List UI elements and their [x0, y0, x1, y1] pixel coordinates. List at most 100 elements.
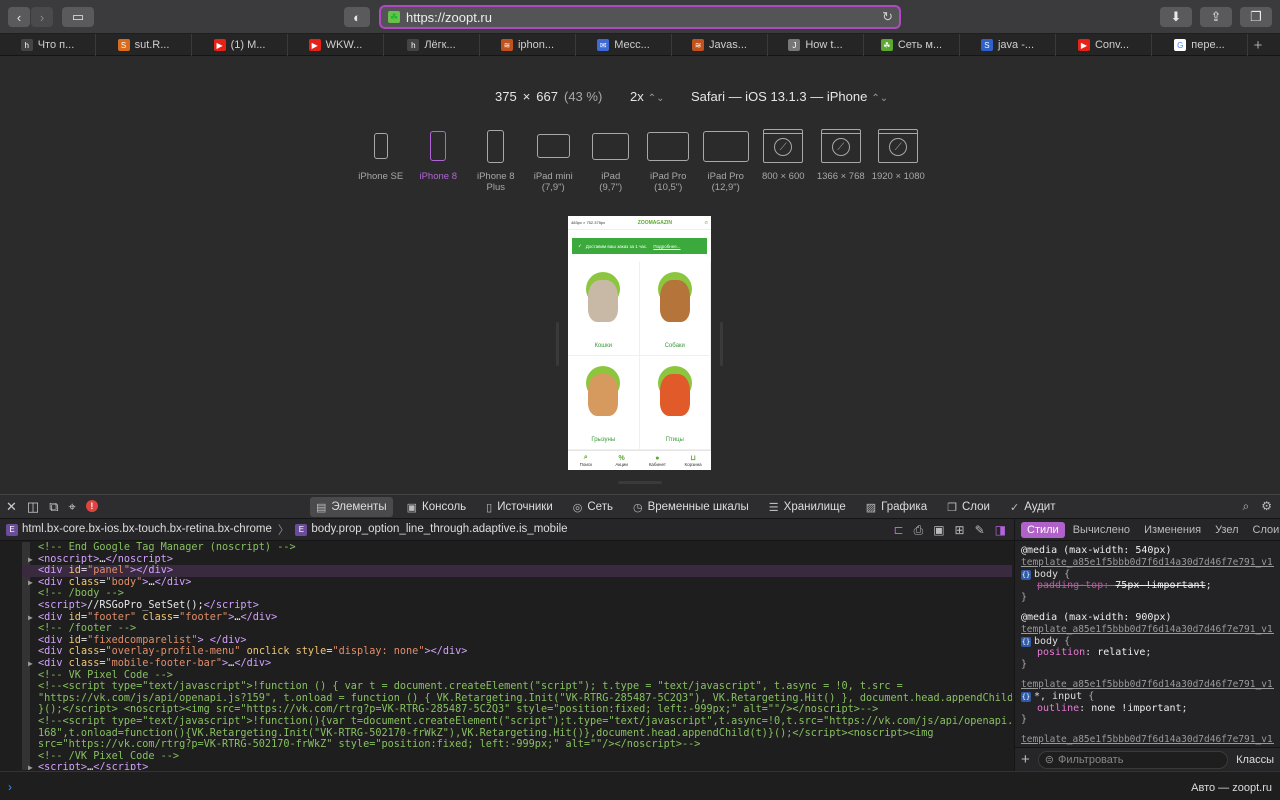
styles-tab[interactable]: Узел [1209, 522, 1244, 538]
sidebar-toggle-icon[interactable]: ◨ [995, 523, 1006, 538]
styles-tab[interactable]: Изменения [1138, 522, 1207, 538]
browser-tab[interactable]: ☘ Сеть м... [864, 34, 960, 56]
rule-source-link[interactable]: template_a85e1f5bbb0d7f6d14a30d7d46f7e79… [1021, 557, 1274, 569]
breadcrumb-item-body[interactable]: Ebody.prop_option_line_through.adaptive.… [295, 523, 568, 536]
footer-nav-item[interactable]: ⌕ Поиск [568, 451, 604, 470]
inspector-tab[interactable]: ◎ Сеть [567, 497, 619, 517]
css-rule[interactable]: @media (max-width: 540px) template_a85e1f… [1021, 545, 1274, 604]
dom-node-line[interactable]: <!--<script type="text/javascript">!func… [38, 681, 1012, 693]
dom-node-line[interactable]: src="https://vk.com/rtrg?p=VK-RTRG-50217… [38, 739, 1012, 751]
device-preset[interactable]: iPhone SE [352, 127, 410, 193]
inspector-tab[interactable]: ▣ Консоль [401, 497, 473, 517]
dom-node-line[interactable]: ▶ <noscript>…</noscript> [28, 554, 1012, 566]
close-icon[interactable]: ✕ [6, 499, 17, 515]
dom-tree[interactable]: <!-- End Google Tag Manager (noscript) -… [22, 542, 1012, 770]
compositing-icon[interactable]: ▣ [933, 523, 944, 538]
browser-tab[interactable]: J How t... [768, 34, 864, 56]
share-button[interactable]: ⇪ [1200, 7, 1232, 27]
dom-node-line[interactable]: ▶ <div class="body">…</div> [28, 577, 1012, 589]
browser-tab[interactable]: ✉ Месс... [576, 34, 672, 56]
detach-window-icon[interactable]: ⧉ [49, 499, 58, 515]
category-card[interactable]: Собаки [639, 262, 711, 356]
dom-node-line[interactable]: 168",t.onload=function(){VK.Retargeting.… [38, 728, 1012, 740]
tab-overview-button[interactable]: ❐ [1240, 7, 1272, 27]
css-property[interactable]: padding-top: 75px !important; [1021, 580, 1274, 592]
gear-icon[interactable]: ⚙ [1261, 499, 1272, 514]
viewport-width[interactable]: 375 [495, 89, 517, 104]
forward-button[interactable]: › [31, 7, 53, 27]
css-rule[interactable]: template_a85e1f5bbb0d7f6d14a30d7d46f7e79… [1021, 679, 1274, 726]
device-preset[interactable]: iPad Pro (12,9") [697, 127, 755, 193]
inspector-tab[interactable]: ❐ Слои [941, 497, 996, 517]
dom-node-line[interactable]: <div class="overlay-profile-menu" onclic… [38, 646, 1012, 658]
classes-button[interactable]: Классы [1236, 754, 1274, 766]
banner-link[interactable]: Подробнее... [653, 244, 680, 249]
error-badge-icon[interactable]: ! [85, 500, 98, 512]
site-logo[interactable]: ZOOMAGAZIN [638, 220, 672, 226]
user-agent-select[interactable]: Safari — iOS 13.1.3 — iPhone ⌃⌄ [691, 89, 888, 104]
grid-overlay-icon[interactable]: ⊞ [955, 523, 965, 538]
device-preset[interactable]: iPhone 8 [410, 127, 468, 193]
resize-handle-left[interactable] [556, 322, 559, 366]
inspector-tab[interactable]: ▯ Источники [480, 497, 559, 517]
delivery-banner[interactable]: ➶ Доставим ваш заказ за 1 час. Подробнее… [572, 238, 707, 254]
console-prompt-bar[interactable]: › Авто — zoopt.ru [0, 771, 1280, 800]
css-rule[interactable]: @media (max-width: 900px) template_a85e1f… [1021, 612, 1274, 671]
inspector-tab[interactable]: ▨ Графика [860, 497, 933, 517]
phone-icon[interactable]: ✆ [705, 220, 708, 225]
footer-nav-item[interactable]: % Акции [604, 451, 640, 470]
browser-tab[interactable]: ▶ (1) M... [192, 34, 288, 56]
browser-tab[interactable]: Sjava -... [960, 34, 1056, 56]
inspector-tab[interactable]: ▤ Элементы [310, 497, 393, 517]
reload-icon[interactable]: ↻ [882, 9, 893, 25]
browser-tab[interactable]: Ssut.R... [96, 34, 192, 56]
dom-node-line[interactable]: <!-- /VK Pixel Code --> [38, 751, 1012, 763]
device-preset[interactable]: ⟋ 1920 × 1080 [870, 127, 928, 193]
dom-node-line[interactable]: "https://vk.com/js/api/openapi.js?159", … [38, 693, 1012, 705]
css-rule[interactable]: template_a85e1f5bbb0d7f6d14a30d7d46f7e79… [1021, 734, 1274, 746]
dom-node-line[interactable]: <script>//RSGoPro_SetSet();</script> [38, 600, 1012, 612]
disclosure-triangle-icon[interactable]: ▶ [28, 577, 33, 589]
sidebar-toggle-button[interactable]: ▭ [62, 7, 94, 27]
filter-input[interactable]: ⊜ Фильтровать [1037, 750, 1229, 769]
dom-node-line[interactable]: ▶ <script>…</script> [28, 762, 1012, 770]
styles-tab[interactable]: Стили [1021, 521, 1065, 538]
inspector-tab[interactable]: ✓ Аудит [1004, 497, 1062, 517]
back-button[interactable]: ‹ [8, 7, 30, 27]
css-property[interactable]: position: relative; [1021, 647, 1274, 659]
dom-node-line[interactable]: <!-- /footer --> [38, 623, 1012, 635]
dom-node-line[interactable]: ▶ <div class="mobile-footer-bar">…</div> [28, 658, 1012, 670]
dom-node-line[interactable]: <!--<script type="text/javascript">!func… [38, 716, 1012, 728]
privacy-report-button[interactable]: ◐ [344, 7, 370, 27]
css-property[interactable]: outline: none !important; [1021, 703, 1274, 715]
resize-handle-right[interactable] [720, 322, 723, 366]
paint-flashing-icon[interactable]: ✎ [975, 523, 985, 538]
dom-node-line[interactable]: <!-- /body --> [38, 588, 1012, 600]
category-card[interactable]: Кошки [568, 262, 640, 356]
browser-tab[interactable]: ≋ iphon... [480, 34, 576, 56]
viewport-height[interactable]: 667 [536, 89, 558, 104]
dom-node-line[interactable]: <!-- VK Pixel Code --> [38, 670, 1012, 682]
new-tab-button[interactable]: + [1248, 34, 1268, 56]
dom-node-line[interactable]: }();</script> <noscript><img src="https:… [38, 704, 1012, 716]
browser-tab[interactable]: h Лёгк... [384, 34, 480, 56]
rule-source-link[interactable]: template_a85e1f5bbb0d7f6d14a30d7d46f7e79… [1021, 679, 1274, 691]
browser-tab[interactable]: ▶ WKW... [288, 34, 384, 56]
element-picker-icon[interactable]: ⌖ [69, 499, 76, 515]
dom-node-line[interactable]: <div id="fixedcomparelist"> </div> [38, 635, 1012, 647]
device-preset[interactable]: ⟋ 1366 × 768 [812, 127, 870, 193]
browser-tab[interactable]: h Что п... [0, 34, 96, 56]
disclosure-triangle-icon[interactable]: ▶ [28, 762, 33, 770]
breadcrumb-item-html[interactable]: Ehtml.bx-core.bx-ios.bx-touch.bx-retina.… [6, 523, 272, 536]
rule-source-link[interactable]: template_a85e1f5bbb0d7f6d14a30d7d46f7e79… [1021, 624, 1274, 636]
footer-nav-item[interactable]: ● Кабинет [640, 451, 676, 470]
device-preset[interactable]: ⟋ 800 × 600 [755, 127, 813, 193]
downloads-button[interactable]: ⬇ [1160, 7, 1192, 27]
inspector-tab[interactable]: ☰ Хранилище [763, 497, 852, 517]
address-bar[interactable]: ☘ https://zoopt.ru ↻ [379, 5, 901, 29]
dom-node-line[interactable]: <div id="panel"></div> [22, 565, 1012, 577]
category-card[interactable]: Грызуны [568, 356, 640, 450]
device-preset[interactable]: iPad mini (7,9") [525, 127, 583, 193]
browser-tab[interactable]: ▶ Conv... [1056, 34, 1152, 56]
styles-tab[interactable]: Вычислено [1067, 522, 1136, 538]
